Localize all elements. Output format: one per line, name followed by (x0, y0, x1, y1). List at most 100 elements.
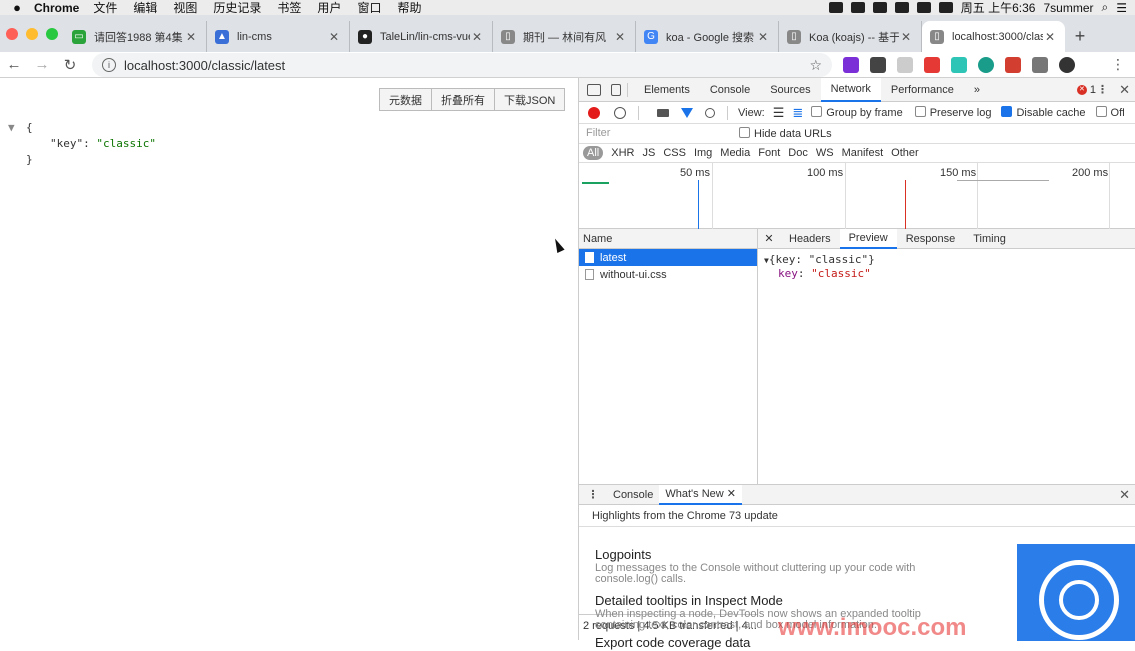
devtools-menu-icon[interactable]: ⋮ (1097, 83, 1108, 96)
preview-summary[interactable]: {key: "classic"} (769, 253, 875, 266)
tab-headers[interactable]: Headers (780, 229, 840, 249)
close-tab-icon[interactable]: ✕ (1043, 30, 1057, 44)
profile-avatar[interactable] (1059, 57, 1075, 73)
close-detail-icon[interactable]: ✕ (758, 232, 780, 245)
wifi-icon[interactable] (916, 2, 931, 13)
type-filter-font[interactable]: Font (758, 147, 780, 159)
apple-menu-icon[interactable]: ● (0, 0, 34, 15)
menu-window[interactable]: 窗口 (357, 0, 381, 16)
close-tab-icon[interactable]: ✕ (470, 30, 484, 44)
browser-tab[interactable]: ▯ 期刊 — 林间有风 ✕ (493, 21, 636, 52)
screen-record-icon[interactable] (850, 2, 865, 13)
tab-console[interactable]: Console (700, 78, 760, 102)
menu-edit[interactable]: 编辑 (133, 0, 157, 16)
drawer-menu-icon[interactable]: ⋮ (579, 488, 607, 501)
group-by-frame-checkbox[interactable]: Group by frame (811, 106, 903, 119)
clear-icon[interactable] (614, 106, 626, 119)
offline-checkbox[interactable]: Offline (1095, 106, 1124, 119)
location-icon[interactable] (828, 2, 843, 13)
network-overview[interactable]: 50 ms 100 ms 150 ms 200 ms (579, 163, 1135, 229)
browser-tab[interactable]: ● TaleLin/lin-cms-vue ✕ (350, 21, 493, 52)
back-icon[interactable]: ← (0, 56, 28, 73)
close-devtools-icon[interactable]: ✕ (1119, 82, 1130, 98)
browser-tab[interactable]: ▯ localhost:3000/classic/latest✕ (922, 21, 1065, 52)
omnibox-url[interactable]: localhost:3000/classic/latest (124, 58, 285, 73)
type-filter-ws[interactable]: WS (816, 147, 834, 159)
tab-preview[interactable]: Preview (839, 228, 897, 249)
menubar-user[interactable]: 7summer (1043, 1, 1093, 15)
record-icon[interactable] (588, 106, 600, 119)
extension-sprite-icon[interactable] (897, 57, 913, 73)
inspect-element-icon[interactable] (587, 83, 601, 96)
menu-help[interactable]: 帮助 (397, 0, 421, 16)
tab-network[interactable]: Network (820, 77, 881, 102)
extension-fe-icon[interactable] (924, 57, 940, 73)
close-drawer-icon[interactable]: ✕ (1119, 487, 1130, 503)
type-filter-all[interactable]: All (583, 146, 604, 160)
tab-response[interactable]: Response (897, 229, 965, 249)
tab-timing[interactable]: Timing (964, 229, 1015, 249)
extension-rp-icon[interactable] (843, 57, 859, 73)
extension-circle-icon[interactable] (978, 57, 994, 73)
close-window-button[interactable] (6, 28, 18, 40)
reload-icon[interactable]: ↻ (56, 56, 84, 74)
hide-data-urls-checkbox[interactable]: Hide data URLs (739, 127, 832, 140)
feature-title[interactable]: Detailed tooltips in Inspect Mode (595, 594, 955, 607)
menubar-datetime[interactable]: 周五 上午6:36 (961, 0, 1036, 16)
drawer-tab-console[interactable]: Console (607, 485, 659, 505)
type-filter-css[interactable]: CSS (663, 147, 686, 159)
type-filter-other[interactable]: Other (891, 147, 919, 159)
menu-history[interactable]: 历史记录 (213, 0, 261, 16)
request-row-css[interactable]: without-ui.css (579, 266, 757, 283)
feature-title[interactable]: Logpoints (595, 548, 955, 561)
collapse-toggle-icon[interactable]: ▼ (8, 120, 26, 136)
extension-shield-icon[interactable] (870, 57, 886, 73)
large-rows-icon[interactable]: ☰ (773, 105, 785, 121)
type-filter-xhr[interactable]: XHR (611, 147, 634, 159)
type-filter-doc[interactable]: Doc (788, 147, 808, 159)
browser-tab[interactable]: ▯ Koa (koajs) -- 基于 ✕ (779, 21, 922, 52)
close-tab-icon[interactable]: ✕ (184, 30, 198, 44)
device-toolbar-icon[interactable] (611, 83, 621, 96)
filter-icon[interactable] (681, 107, 693, 118)
browser-tab[interactable]: ▭ 请回答1988 第4集 ✕ (64, 21, 207, 52)
type-filter-manifest[interactable]: Manifest (842, 147, 884, 159)
chrome-menu-icon[interactable]: ⋮ (1111, 56, 1125, 73)
tab-elements[interactable]: Elements (634, 78, 700, 102)
extension-m-icon[interactable] (951, 57, 967, 73)
site-info-icon[interactable]: i (102, 58, 116, 72)
notification-center-icon[interactable]: ☰ (1116, 1, 1127, 15)
close-tab-icon[interactable]: ✕ (756, 30, 770, 44)
download-json-button[interactable]: 下载JSON (495, 88, 566, 111)
bell-icon[interactable] (872, 2, 887, 13)
metadata-button[interactable]: 元数据 (379, 88, 432, 111)
spotlight-icon[interactable]: ⌕ (1102, 0, 1109, 15)
tab-performance[interactable]: Performance (881, 78, 964, 102)
input-method-icon[interactable] (938, 2, 953, 13)
bookmark-star-icon[interactable]: ☆ (809, 57, 822, 74)
disable-cache-checkbox[interactable]: Disable cache (1001, 106, 1086, 119)
type-filter-img[interactable]: Img (694, 147, 712, 159)
close-tab-icon[interactable]: ✕ (327, 30, 341, 44)
omnibox[interactable]: i localhost:3000/classic/latest ☆ (92, 53, 832, 77)
extension-eyedropper-icon[interactable] (1032, 57, 1048, 73)
app-menu-chrome[interactable]: Chrome (34, 1, 79, 15)
close-tab-icon[interactable]: ✕ (899, 30, 913, 44)
request-row-latest[interactable]: latest (579, 249, 757, 266)
type-filter-js[interactable]: JS (642, 147, 655, 159)
menu-people[interactable]: 用户 (317, 0, 341, 16)
close-tab-icon[interactable]: ✕ (727, 487, 736, 500)
extension-puzzle-icon[interactable] (1005, 57, 1021, 73)
new-tab-button[interactable]: + (1065, 21, 1095, 52)
waterfall-icon[interactable]: ≣ (792, 105, 803, 121)
error-counter[interactable]: ✕ 1 (1076, 84, 1096, 96)
tab-sources[interactable]: Sources (760, 78, 820, 102)
menu-view[interactable]: 视图 (173, 0, 197, 16)
browser-tab[interactable]: ▲ lin-cms ✕ (207, 21, 350, 52)
menu-file[interactable]: 文件 (93, 0, 117, 16)
drawer-tab-whats-new[interactable]: What's New ✕ (659, 484, 742, 505)
menu-bookmarks[interactable]: 书签 (277, 0, 301, 16)
zoom-window-button[interactable] (46, 28, 58, 40)
minimize-window-button[interactable] (26, 28, 38, 40)
more-tabs-icon[interactable]: » (964, 78, 990, 102)
